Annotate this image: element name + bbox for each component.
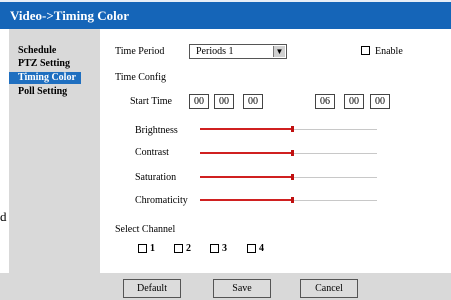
channel-4-checkbox[interactable] xyxy=(247,244,256,253)
cancel-button[interactable]: Cancel xyxy=(300,279,358,298)
slider-handle[interactable] xyxy=(291,150,294,156)
start-second-field[interactable]: 00 xyxy=(243,94,263,109)
save-button[interactable]: Save xyxy=(213,279,271,298)
end-minute-field[interactable]: 00 xyxy=(344,94,364,109)
slider-fill xyxy=(200,176,292,178)
sidebar-item-schedule[interactable]: Schedule xyxy=(9,45,61,57)
channel-1-checkbox[interactable] xyxy=(138,244,147,253)
channel-2-checkbox[interactable] xyxy=(174,244,183,253)
title-bar: Video->Timing Color xyxy=(0,0,451,29)
edge-glyph: d xyxy=(0,209,7,224)
channel-3-label: 3 xyxy=(222,243,227,254)
slider-handle[interactable] xyxy=(291,126,294,132)
chromaticity-slider[interactable] xyxy=(200,197,377,203)
sidebar: Schedule PTZ Setting Timing Color Poll S… xyxy=(9,29,100,273)
settings-window: Video->Timing Color Schedule PTZ Setting… xyxy=(0,0,451,300)
sidebar-item-timing-color[interactable]: Timing Color xyxy=(9,72,81,84)
start-hour-field[interactable]: 00 xyxy=(189,94,209,109)
channel-3-checkbox[interactable] xyxy=(210,244,219,253)
end-hour-field[interactable]: 06 xyxy=(315,94,335,109)
channel-1-label: 1 xyxy=(150,243,155,254)
start-minute-field[interactable]: 00 xyxy=(214,94,234,109)
channel-2-label: 2 xyxy=(186,243,191,254)
chromaticity-label: Chromaticity xyxy=(135,195,188,206)
time-config-label: Time Config xyxy=(115,72,167,83)
saturation-label: Saturation xyxy=(135,172,177,183)
brightness-slider[interactable] xyxy=(200,126,377,132)
chevron-down-icon[interactable]: ▼ xyxy=(273,46,285,57)
enable-label: Enable xyxy=(375,46,403,57)
contrast-label: Contrast xyxy=(135,147,169,158)
sidebar-item-poll-setting[interactable]: Poll Setting xyxy=(9,86,72,98)
channel-4-label: 4 xyxy=(259,243,264,254)
slider-fill xyxy=(200,128,292,130)
end-second-field[interactable]: 00 xyxy=(370,94,390,109)
select-channel-label: Select Channel xyxy=(115,224,176,235)
slider-handle[interactable] xyxy=(291,174,294,180)
window-title: Video->Timing Color xyxy=(10,8,129,23)
slider-fill xyxy=(200,152,292,154)
saturation-slider[interactable] xyxy=(200,174,377,180)
sidebar-item-ptz-setting[interactable]: PTZ Setting xyxy=(9,58,75,70)
time-period-value: Periods 1 xyxy=(196,46,234,57)
default-button[interactable]: Default xyxy=(123,279,181,298)
enable-checkbox[interactable] xyxy=(361,46,370,55)
brightness-label: Brightness xyxy=(135,125,178,136)
time-period-select[interactable]: Periods 1 ▼ xyxy=(189,44,287,59)
slider-handle[interactable] xyxy=(291,197,294,203)
start-time-label: Start Time xyxy=(130,96,172,107)
slider-fill xyxy=(200,199,292,201)
time-period-label: Time Period xyxy=(115,46,165,57)
contrast-slider[interactable] xyxy=(200,150,377,156)
